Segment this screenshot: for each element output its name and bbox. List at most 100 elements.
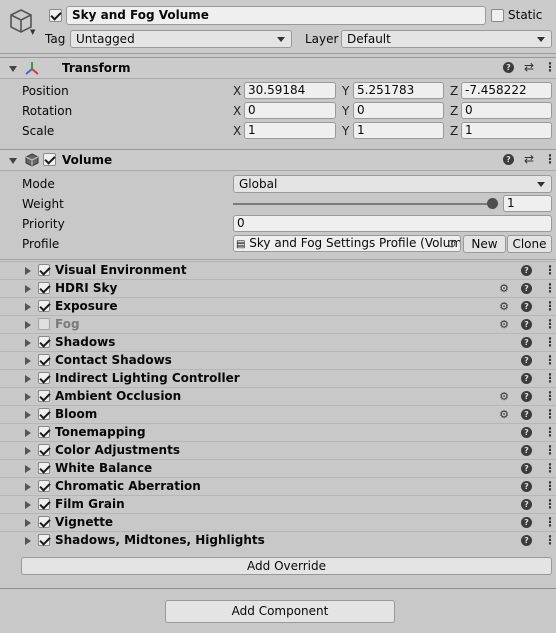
help-icon[interactable]: ? bbox=[521, 481, 532, 492]
static-toggle[interactable] bbox=[491, 9, 504, 22]
help-icon[interactable]: ? bbox=[521, 445, 532, 456]
context-menu-icon[interactable]: ⋮ bbox=[544, 372, 556, 384]
help-icon[interactable]: ? bbox=[521, 301, 532, 312]
profile-object-field[interactable]: ▤ Sky and Fog Settings Profile (Volum bbox=[233, 235, 461, 252]
context-menu-icon[interactable]: ⋮ bbox=[544, 354, 556, 366]
foldout-arrow-icon[interactable] bbox=[25, 285, 31, 293]
context-menu-icon[interactable]: ⋮ bbox=[544, 534, 556, 546]
override-toggle[interactable] bbox=[38, 390, 50, 402]
quality-settings-icon[interactable]: ⚙ bbox=[499, 301, 509, 312]
foldout-arrow-icon[interactable] bbox=[9, 158, 17, 164]
override-toggle[interactable] bbox=[38, 282, 50, 294]
quality-settings-icon[interactable]: ⚙ bbox=[499, 319, 509, 330]
axis-x-label[interactable]: X bbox=[233, 84, 241, 98]
quality-settings-icon[interactable]: ⚙ bbox=[499, 391, 509, 402]
foldout-arrow-icon[interactable] bbox=[25, 267, 31, 275]
foldout-arrow-icon[interactable] bbox=[25, 393, 31, 401]
scale-z-field[interactable]: 1 bbox=[461, 122, 552, 139]
weight-field[interactable]: 1 bbox=[503, 195, 552, 212]
override-row[interactable]: Film Grain? ⋮ bbox=[0, 495, 556, 513]
override-row[interactable]: Color Adjustments? ⋮ bbox=[0, 441, 556, 459]
foldout-arrow-icon[interactable] bbox=[25, 321, 31, 329]
foldout-arrow-icon[interactable] bbox=[25, 447, 31, 455]
context-menu-icon[interactable]: ⋮ bbox=[544, 282, 556, 294]
context-menu-icon[interactable]: ⋮ bbox=[544, 498, 556, 510]
help-icon[interactable]: ? bbox=[521, 517, 532, 528]
context-menu-icon[interactable]: ⋮ bbox=[544, 516, 556, 528]
override-row[interactable]: Bloom ⚙? ⋮ bbox=[0, 405, 556, 423]
help-icon[interactable]: ? bbox=[521, 319, 532, 330]
help-icon[interactable]: ? bbox=[521, 427, 532, 438]
override-toggle[interactable] bbox=[38, 498, 50, 510]
override-toggle[interactable] bbox=[38, 300, 50, 312]
gameobject-name-field[interactable]: Sky and Fog Volume bbox=[66, 6, 486, 25]
clone-profile-button[interactable]: Clone bbox=[507, 235, 552, 253]
override-toggle[interactable] bbox=[38, 318, 50, 330]
override-row[interactable]: White Balance? ⋮ bbox=[0, 459, 556, 477]
context-menu-icon[interactable]: ⋮ bbox=[544, 264, 556, 276]
foldout-arrow-icon[interactable] bbox=[25, 519, 31, 527]
position-y-field[interactable]: 5.251783 bbox=[353, 82, 444, 99]
presets-sliders-icon[interactable]: ⇄ bbox=[524, 61, 534, 73]
context-menu-icon[interactable]: ⋮ bbox=[544, 390, 556, 402]
foldout-arrow-icon[interactable] bbox=[25, 537, 31, 545]
weight-slider-track[interactable] bbox=[233, 203, 495, 205]
axis-z-label[interactable]: Z bbox=[450, 104, 458, 118]
foldout-arrow-icon[interactable] bbox=[25, 357, 31, 365]
override-toggle[interactable] bbox=[38, 354, 50, 366]
override-toggle[interactable] bbox=[38, 336, 50, 348]
volume-header[interactable]: Volume ? ⇄ ⋮ bbox=[0, 149, 556, 171]
help-icon[interactable]: ? bbox=[521, 391, 532, 402]
add-override-button[interactable]: Add Override bbox=[21, 557, 552, 575]
override-toggle[interactable] bbox=[38, 444, 50, 456]
position-x-field[interactable]: 30.59184 bbox=[244, 82, 336, 99]
context-menu-icon[interactable]: ⋮ bbox=[544, 61, 556, 73]
tag-dropdown[interactable]: Untagged bbox=[70, 30, 292, 48]
weight-slider-handle[interactable] bbox=[487, 198, 498, 209]
active-toggle[interactable] bbox=[49, 9, 62, 22]
axis-y-label[interactable]: Y bbox=[342, 84, 349, 98]
foldout-arrow-icon[interactable] bbox=[25, 483, 31, 491]
context-menu-icon[interactable]: ⋮ bbox=[544, 426, 556, 438]
override-row[interactable]: Fog ⚙? ⋮ bbox=[0, 315, 556, 333]
override-toggle[interactable] bbox=[38, 426, 50, 438]
foldout-arrow-icon[interactable] bbox=[25, 429, 31, 437]
presets-sliders-icon[interactable]: ⇄ bbox=[524, 153, 534, 165]
priority-field[interactable]: 0 bbox=[233, 215, 552, 232]
override-toggle[interactable] bbox=[38, 372, 50, 384]
context-menu-icon[interactable]: ⋮ bbox=[544, 153, 556, 165]
scale-y-field[interactable]: 1 bbox=[353, 122, 444, 139]
context-menu-icon[interactable]: ⋮ bbox=[544, 480, 556, 492]
foldout-arrow-icon[interactable] bbox=[25, 411, 31, 419]
help-icon[interactable]: ? bbox=[521, 283, 532, 294]
axis-y-label[interactable]: Y bbox=[342, 104, 349, 118]
position-z-field[interactable]: -7.458222 bbox=[461, 82, 552, 99]
object-picker-icon[interactable]: ⊙ bbox=[447, 237, 456, 250]
override-row[interactable]: Exposure ⚙? ⋮ bbox=[0, 297, 556, 315]
help-icon[interactable]: ? bbox=[521, 499, 532, 510]
context-menu-icon[interactable]: ⋮ bbox=[544, 408, 556, 420]
override-row[interactable]: Indirect Lighting Controller? ⋮ bbox=[0, 369, 556, 387]
override-row[interactable]: Visual Environment? ⋮ bbox=[0, 261, 556, 279]
override-toggle[interactable] bbox=[38, 462, 50, 474]
axis-x-label[interactable]: X bbox=[233, 104, 241, 118]
help-icon[interactable]: ? bbox=[502, 154, 514, 165]
foldout-arrow-icon[interactable] bbox=[25, 339, 31, 347]
rotation-z-field[interactable]: 0 bbox=[461, 102, 552, 119]
override-toggle[interactable] bbox=[38, 516, 50, 528]
help-icon[interactable]: ? bbox=[521, 265, 532, 276]
context-menu-icon[interactable]: ⋮ bbox=[544, 462, 556, 474]
override-row[interactable]: Shadows, Midtones, Highlights? ⋮ bbox=[0, 531, 556, 549]
help-icon[interactable]: ? bbox=[521, 463, 532, 474]
mode-dropdown[interactable]: Global bbox=[233, 175, 552, 193]
axis-x-label[interactable]: X bbox=[233, 124, 241, 138]
override-row[interactable]: Chromatic Aberration? ⋮ bbox=[0, 477, 556, 495]
override-row[interactable]: Contact Shadows? ⋮ bbox=[0, 351, 556, 369]
help-icon[interactable]: ? bbox=[502, 62, 514, 73]
help-icon[interactable]: ? bbox=[521, 355, 532, 366]
override-row[interactable]: Shadows? ⋮ bbox=[0, 333, 556, 351]
override-row[interactable]: Vignette? ⋮ bbox=[0, 513, 556, 531]
add-component-button[interactable]: Add Component bbox=[165, 600, 395, 623]
foldout-arrow-icon[interactable] bbox=[25, 375, 31, 383]
override-toggle[interactable] bbox=[38, 264, 50, 276]
